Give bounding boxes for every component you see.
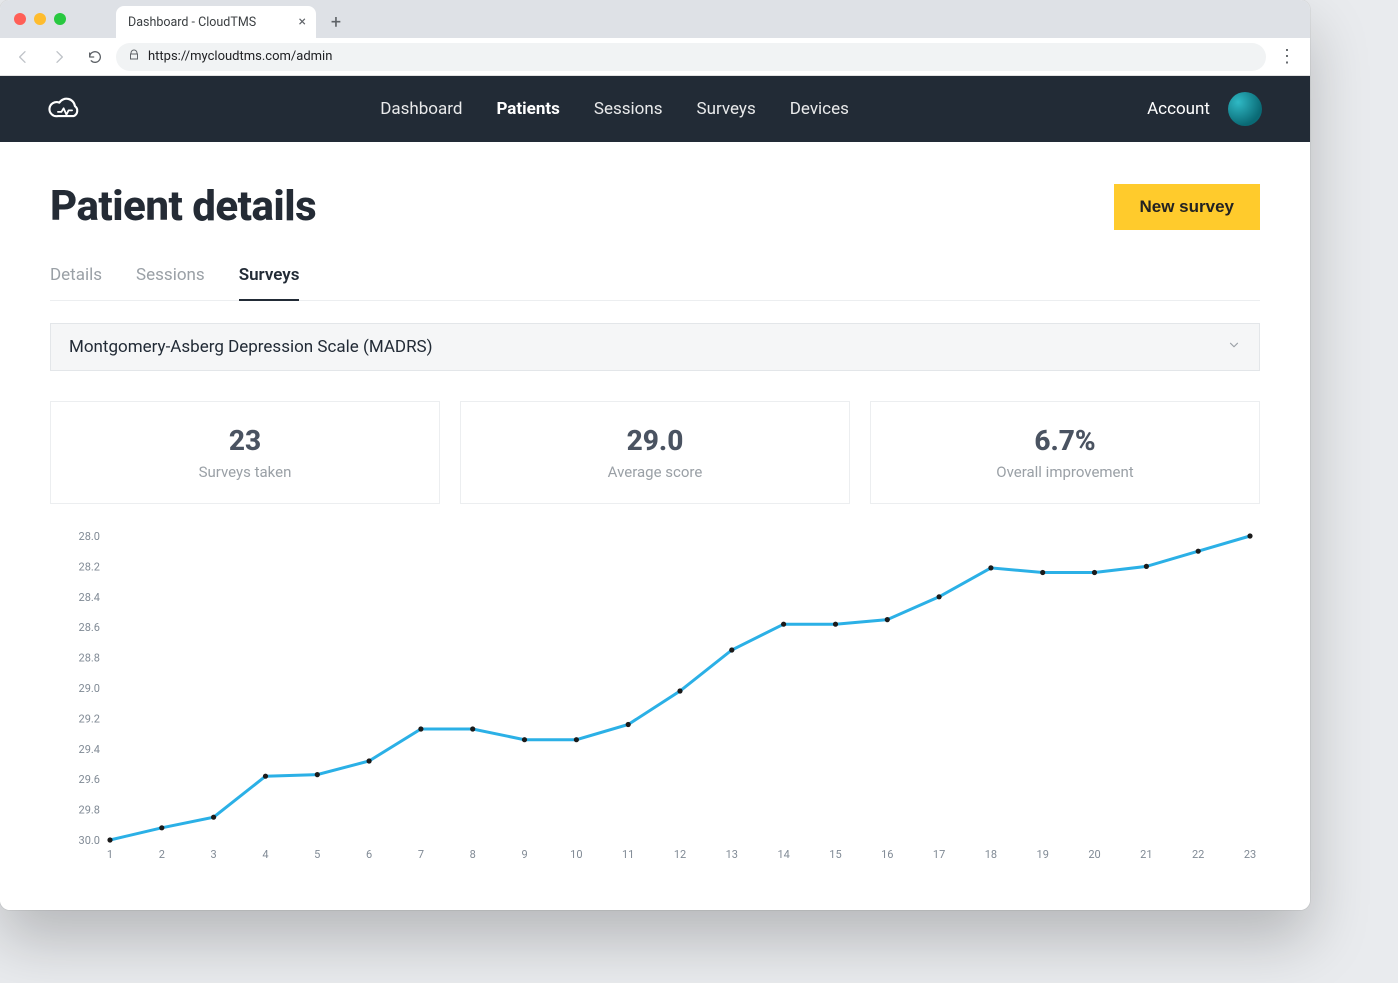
browser-tab-strip: Dashboard - CloudTMS × + xyxy=(0,0,1310,38)
nav-back-button[interactable] xyxy=(8,42,38,72)
window-minimize-icon[interactable] xyxy=(34,13,46,25)
svg-text:12: 12 xyxy=(674,848,686,861)
svg-text:29.0: 29.0 xyxy=(79,682,100,695)
svg-text:5: 5 xyxy=(314,848,320,861)
tab-sessions[interactable]: Sessions xyxy=(136,259,205,301)
account-link[interactable]: Account xyxy=(1147,99,1210,119)
stat-average-score: 29.0 Average score xyxy=(460,401,850,504)
stat-value: 29.0 xyxy=(471,424,839,457)
svg-text:14: 14 xyxy=(777,848,789,861)
svg-text:28.8: 28.8 xyxy=(79,652,100,665)
svg-text:28.6: 28.6 xyxy=(79,621,100,634)
new-tab-button[interactable]: + xyxy=(322,8,350,36)
svg-text:3: 3 xyxy=(211,848,217,861)
svg-text:17: 17 xyxy=(933,848,945,861)
avatar[interactable] xyxy=(1228,92,1262,126)
svg-text:28.2: 28.2 xyxy=(79,560,100,573)
svg-text:28.0: 28.0 xyxy=(79,530,100,543)
svg-text:6: 6 xyxy=(366,848,372,861)
window-zoom-icon[interactable] xyxy=(54,13,66,25)
stat-surveys-taken: 23 Surveys taken xyxy=(50,401,440,504)
survey-score-chart: 28.0 28.2 28.4 28.6 28.8 29.0 29.2 29.4 29.6 29.8… xyxy=(50,528,1260,868)
stat-value: 6.7% xyxy=(881,424,1249,457)
svg-text:15: 15 xyxy=(829,848,841,861)
reload-icon xyxy=(87,49,103,65)
svg-text:16: 16 xyxy=(881,848,893,861)
survey-type-selected: Montgomery-Asberg Depression Scale (MADR… xyxy=(69,337,433,357)
chevron-down-icon xyxy=(1227,337,1241,357)
line-chart: 28.0 28.2 28.4 28.6 28.8 29.0 29.2 29.4 29.6 29.8… xyxy=(50,528,1260,868)
stat-overall-improvement: 6.7% Overall improvement xyxy=(870,401,1260,504)
svg-text:9: 9 xyxy=(521,848,527,861)
svg-text:29.2: 29.2 xyxy=(79,712,100,725)
svg-text:29.8: 29.8 xyxy=(79,804,100,817)
nav-forward-button[interactable] xyxy=(44,42,74,72)
nav-sessions[interactable]: Sessions xyxy=(594,99,663,119)
account-area: Account xyxy=(1147,92,1262,126)
new-survey-button[interactable]: New survey xyxy=(1114,184,1261,230)
stat-value: 23 xyxy=(61,424,429,457)
close-icon[interactable]: × xyxy=(299,14,306,30)
svg-text:21: 21 xyxy=(1140,848,1152,861)
svg-text:1: 1 xyxy=(107,848,113,861)
svg-text:8: 8 xyxy=(470,848,476,861)
svg-text:2: 2 xyxy=(159,848,165,861)
stat-label: Surveys taken xyxy=(61,463,429,481)
address-bar[interactable]: https://mycloudtms.com/admin xyxy=(116,43,1266,71)
svg-text:10: 10 xyxy=(570,848,582,861)
sub-tabs: Details Sessions Surveys xyxy=(50,259,1260,301)
nav-dashboard[interactable]: Dashboard xyxy=(380,99,462,119)
svg-text:18: 18 xyxy=(985,848,997,861)
svg-text:22: 22 xyxy=(1192,848,1204,861)
app-header: Dashboard Patients Sessions Surveys Devi… xyxy=(0,76,1310,142)
survey-type-select[interactable]: Montgomery-Asberg Depression Scale (MADR… xyxy=(50,323,1260,371)
arrow-left-icon xyxy=(15,49,31,65)
arrow-right-icon xyxy=(51,49,67,65)
stat-label: Average score xyxy=(471,463,839,481)
nav-reload-button[interactable] xyxy=(80,42,110,72)
browser-menu-button[interactable]: ⋮ xyxy=(1272,46,1302,67)
tab-surveys[interactable]: Surveys xyxy=(239,259,300,301)
tab-details[interactable]: Details xyxy=(50,259,102,301)
svg-text:28.4: 28.4 xyxy=(79,591,100,604)
svg-text:11: 11 xyxy=(622,848,634,861)
window-close-icon[interactable] xyxy=(14,13,26,25)
page-content: Patient details New survey Details Sessi… xyxy=(0,142,1310,910)
svg-text:19: 19 xyxy=(1037,848,1049,861)
browser-tab-title: Dashboard - CloudTMS xyxy=(128,15,291,30)
svg-text:4: 4 xyxy=(262,848,268,861)
app-logo[interactable] xyxy=(48,92,82,126)
nav-surveys[interactable]: Surveys xyxy=(697,99,756,119)
stat-row: 23 Surveys taken 29.0 Average score 6.7%… xyxy=(50,401,1260,504)
nav-devices[interactable]: Devices xyxy=(790,99,849,119)
page-title: Patient details xyxy=(50,182,316,231)
svg-text:13: 13 xyxy=(726,848,738,861)
svg-text:23: 23 xyxy=(1244,848,1256,861)
svg-text:29.4: 29.4 xyxy=(79,743,100,756)
stat-label: Overall improvement xyxy=(881,463,1249,481)
nav-patients[interactable]: Patients xyxy=(496,99,559,119)
svg-text:29.6: 29.6 xyxy=(79,773,100,786)
svg-text:7: 7 xyxy=(418,848,424,861)
svg-text:30.0: 30.0 xyxy=(79,834,100,847)
browser-tab[interactable]: Dashboard - CloudTMS × xyxy=(116,6,316,38)
address-url: https://mycloudtms.com/admin xyxy=(148,49,332,64)
window-controls xyxy=(14,0,66,38)
lock-icon xyxy=(128,49,140,64)
cloud-pulse-icon xyxy=(48,97,82,121)
svg-text:20: 20 xyxy=(1088,848,1100,861)
browser-toolbar: https://mycloudtms.com/admin ⋮ xyxy=(0,38,1310,76)
main-nav: Dashboard Patients Sessions Surveys Devi… xyxy=(82,99,1147,119)
